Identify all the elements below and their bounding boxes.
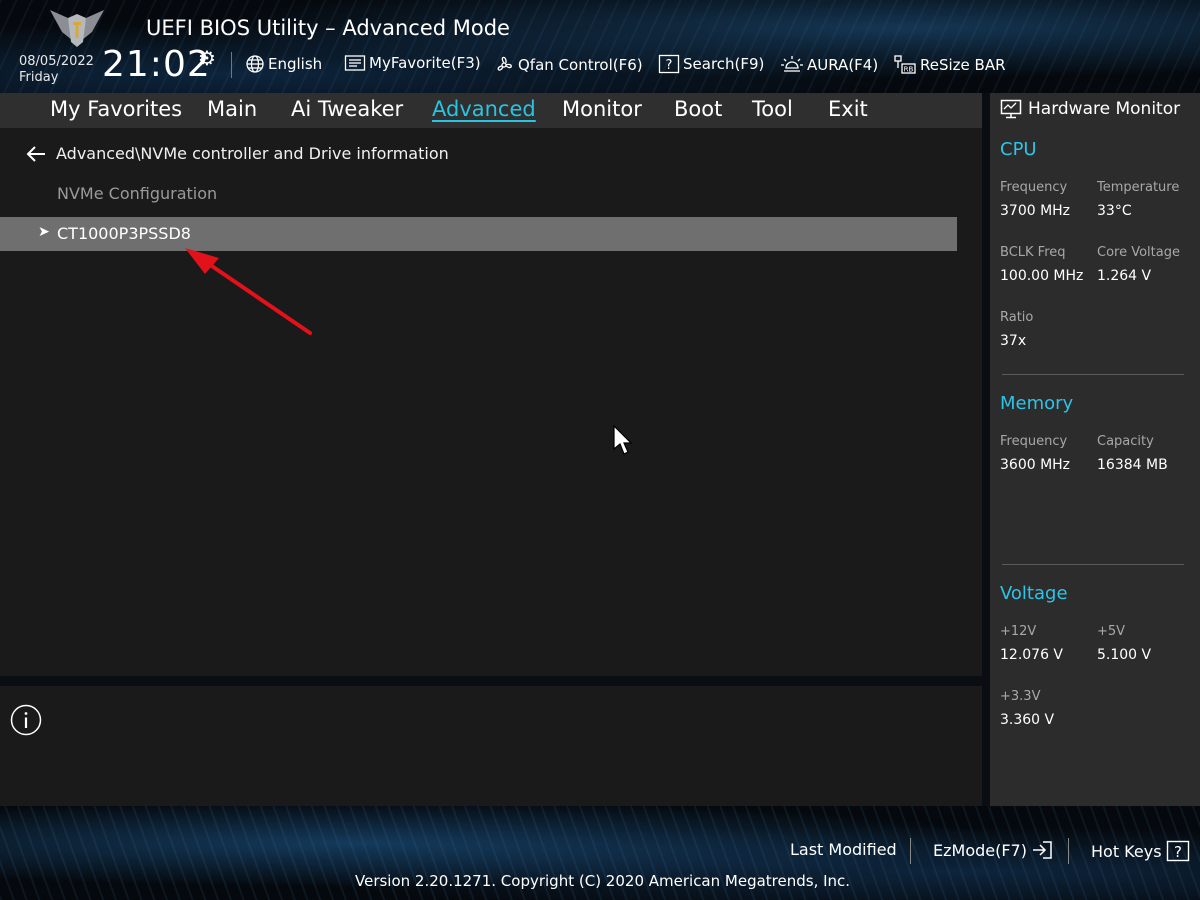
exit-to-ezmode-icon [1032,841,1052,859]
aura-button[interactable]: AURA(F4) [780,54,878,76]
search-button[interactable]: ? Search(F9) [658,54,764,74]
date-text: 08/05/2022 [19,54,94,69]
date-display: 08/05/2022 Friday [19,54,94,86]
cpu-temperature-value: 33°C [1097,203,1132,219]
last-modified-label: Last Modified [790,840,897,859]
myfavorite-button[interactable]: MyFavorite(F3) [344,54,481,72]
ratio-label: Ratio [1000,310,1034,325]
footer-divider [910,838,911,864]
tab-exit[interactable]: Exit [828,97,868,121]
cpu-frequency-label: Frequency [1000,180,1068,195]
footer-divider [1068,838,1069,864]
hardware-monitor-title: Hardware Monitor [1028,99,1181,119]
clock-settings-gear-icon[interactable]: ⚙ [198,46,216,70]
v5-value: 5.100 V [1097,647,1152,663]
memory-frequency-value: 3600 MHz [1000,457,1071,473]
voltage-section-title: Voltage [1000,583,1068,604]
tab-tool[interactable]: Tool [752,97,793,121]
nvme-drive-item[interactable]: ➤ CT1000P3PSSD8 [0,217,957,251]
resize-bar-label: ReSize BAR [920,56,1006,74]
core-voltage-label: Core Voltage [1097,245,1180,260]
footer-bar: Last Modified EzMode(F7) Hot Keys ? Vers… [0,806,1200,900]
myfavorite-label: MyFavorite(F3) [369,54,481,72]
hot-keys-label: Hot Keys [1091,841,1162,861]
language-button[interactable]: English [245,54,322,74]
bclk-freq-value: 100.00 MHz [1000,268,1084,284]
fan-icon [497,56,512,71]
svg-text:?: ? [1174,843,1182,861]
memory-capacity-value: 16384 MB [1097,457,1168,473]
breadcrumb: Advanced\NVMe controller and Drive infor… [26,144,449,163]
section-divider [1002,564,1184,565]
tab-boot[interactable]: Boot [674,97,722,121]
cpu-section-title: CPU [1000,139,1037,160]
monitor-icon [1000,99,1022,119]
favorite-list-icon [344,55,366,71]
memory-frequency-label: Frequency [1000,434,1068,449]
aura-light-icon [781,56,803,72]
annotation-arrow-icon [185,248,312,335]
day-text: Friday [19,70,59,85]
help-question-icon: ? [1166,840,1189,862]
main-menu-bar: My Favorites Main Ai Tweaker Advanced Mo… [0,93,982,128]
v33-label: +3.3V [1000,689,1041,704]
tuf-logo-icon [50,10,104,47]
hardware-monitor-header: Hardware Monitor [1000,99,1180,119]
v5-label: +5V [1097,624,1126,639]
content-panel: Advanced\NVMe controller and Drive infor… [0,128,982,676]
hardware-monitor-panel: Hardware Monitor CPU Frequency Temperatu… [990,93,1200,806]
aura-label: AURA(F4) [807,56,879,74]
svg-text:?: ? [666,58,673,73]
v12-label: +12V [1000,624,1037,639]
svg-text:RB: RB [904,66,914,74]
ezmode-button[interactable]: EzMode(F7) [933,840,1055,860]
clock-time: 21:02 [102,44,211,85]
tab-monitor[interactable]: Monitor [562,97,642,121]
core-voltage-value: 1.264 V [1097,268,1152,284]
ratio-value: 37x [1000,333,1027,349]
v33-value: 3.360 V [1000,712,1055,728]
resize-bar-icon: RB [894,55,916,74]
search-help-icon: ? [658,54,680,74]
cpu-temperature-label: Temperature [1097,180,1180,195]
mouse-cursor-icon [613,425,633,455]
bclk-freq-label: BCLK Freq [1000,245,1066,260]
v12-value: 12.076 V [1000,647,1064,663]
qfan-label: Qfan Control(F6) [518,56,643,74]
language-label: English [268,55,323,73]
last-modified-button[interactable]: Last Modified [790,840,897,859]
nvme-configuration-title: NVMe Configuration [57,184,218,203]
resize-bar-button[interactable]: RB ReSize BAR [893,54,1006,76]
memory-capacity-label: Capacity [1097,434,1154,449]
tab-main[interactable]: Main [207,97,257,121]
nvme-drive-label: CT1000P3PSSD8 [57,224,191,243]
app-title: UEFI BIOS Utility – Advanced Mode [146,16,510,40]
tab-advanced[interactable]: Advanced [432,97,536,121]
tab-my-favorites[interactable]: My Favorites [50,97,182,121]
memory-section-title: Memory [1000,393,1074,414]
tab-ai-tweaker[interactable]: Ai Tweaker [291,97,403,121]
hot-keys-button[interactable]: Hot Keys ? [1091,840,1190,862]
globe-icon [246,55,264,73]
info-icon [10,704,42,736]
header-divider [231,52,232,78]
back-arrow-icon[interactable] [26,145,46,162]
section-divider [1002,374,1184,375]
ezmode-label: EzMode(F7) [933,840,1027,860]
submenu-arrow-icon: ➤ [38,224,50,240]
search-label: Search(F9) [683,55,765,73]
header-bar: UEFI BIOS Utility – Advanced Mode 08/05/… [0,0,1200,93]
breadcrumb-path: Advanced\NVMe controller and Drive infor… [56,144,449,163]
cpu-frequency-value: 3700 MHz [1000,203,1071,219]
copyright-text: Version 2.20.1271. Copyright (C) 2020 Am… [355,872,851,890]
help-description-panel [0,686,982,806]
qfan-control-button[interactable]: Qfan Control(F6) [493,54,643,76]
